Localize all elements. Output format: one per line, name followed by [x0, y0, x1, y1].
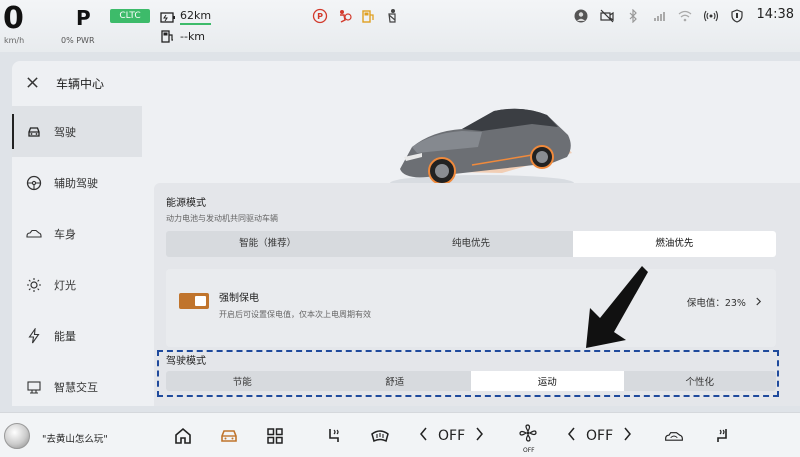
wifi-icon [678, 8, 692, 22]
forced-save-desc: 开启后可设置保电值，仅本次上电周期有效 [219, 310, 371, 319]
bottom-dock: "去黄山怎么玩" OFF OFF OFF [0, 412, 800, 457]
pointer-arrow [570, 262, 660, 354]
fuel-range-value: --km [180, 29, 206, 43]
chevron-right-icon[interactable] [475, 427, 484, 445]
seat-heat-left-button[interactable] [324, 425, 344, 447]
fuel-warning-icon [360, 8, 376, 24]
hotspot-icon [703, 8, 719, 22]
steering-wheel-icon [26, 175, 42, 190]
battery-icon [160, 10, 176, 24]
camera-off-icon [600, 8, 614, 23]
lightning-icon [28, 327, 40, 343]
energy-mode-desc: 动力电池与发动机共同驱动车辆 [166, 214, 278, 223]
interaction-icon [27, 380, 41, 394]
seat-heat-right-button[interactable] [712, 425, 732, 447]
voice-assistant-button[interactable] [4, 423, 30, 449]
sidebar-item-label: 车身 [54, 227, 76, 241]
left-temp-control: OFF [420, 427, 484, 445]
forced-save-value-text: 保电值：23% [686, 298, 746, 309]
energy-mode-title: 能源模式 [166, 198, 206, 209]
sidebar-item-energy[interactable]: 能量 [12, 310, 142, 361]
chevron-right-icon [755, 297, 762, 309]
close-button[interactable] [26, 73, 42, 94]
sidebar-item-label: 智慧交互 [54, 380, 98, 394]
panel-header: 车辆中心 [26, 73, 104, 94]
sidebar-item-label: 辅助驾驶 [54, 176, 98, 190]
car-icon [221, 430, 237, 442]
seatbelt-warning-icon [384, 8, 400, 24]
apps-grid-icon [267, 428, 283, 444]
right-temp-value: OFF [586, 428, 614, 444]
fuel-range: --km [160, 29, 205, 43]
airbag-warning-icon [336, 8, 352, 24]
battery-range-value: 62km [180, 9, 212, 25]
home-button[interactable] [173, 425, 193, 447]
sidebar-item-drive[interactable]: 驾驶 [12, 106, 142, 157]
forced-save-value[interactable]: 保电值：23% [687, 295, 762, 309]
vehicle-image [382, 91, 582, 196]
sidebar: 驾驶 辅助驾驶 车身 灯光 能量 智慧交互 [12, 106, 142, 406]
panel-title: 车辆中心 [56, 77, 105, 91]
clock: 14:38 [756, 7, 794, 22]
fan-status: OFF [523, 447, 535, 454]
battery-range: 62km [160, 9, 212, 25]
gear-indicator: P [76, 6, 91, 30]
energy-mode-ev-priority[interactable]: 纯电优先 [369, 231, 572, 257]
energy-mode-fuel-priority[interactable]: 燃油优先 [572, 231, 776, 257]
close-icon [27, 77, 38, 88]
sidebar-item-label: 灯光 [54, 278, 76, 292]
assistant-hint[interactable]: "去黄山怎么玩" [42, 431, 108, 445]
forced-save-card: 强制保电 开启后可设置保电值，仅本次上电周期有效 保电值：23% [166, 269, 776, 347]
apps-button[interactable] [265, 425, 285, 447]
bluetooth-icon [626, 8, 640, 24]
car-body-icon [26, 229, 42, 238]
user-avatar-icon[interactable] [574, 8, 588, 23]
windshield-defrost-icon [371, 430, 389, 443]
sidebar-item-label: 能量 [54, 329, 76, 343]
chevron-right-icon[interactable] [623, 427, 632, 445]
home-icon [175, 427, 191, 444]
right-temp-control: OFF [568, 427, 632, 445]
light-icon [27, 277, 41, 292]
system-icons [574, 8, 744, 24]
forced-save-toggle[interactable] [179, 293, 209, 309]
recirculation-button[interactable] [664, 425, 684, 447]
car-recirculation-icon [665, 432, 683, 441]
sidebar-item-assisted-driving[interactable]: 辅助驾驶 [12, 157, 142, 208]
left-temp-value: OFF [438, 428, 466, 444]
defrost-button[interactable] [370, 425, 390, 447]
vehicle-button[interactable] [219, 425, 239, 447]
highlight-box [157, 350, 779, 397]
speed-value: 0 [3, 1, 24, 36]
speed-unit: km/h [4, 36, 25, 45]
svg-text:P: P [317, 12, 323, 21]
seat-heat-icon [329, 429, 339, 442]
energy-mode-selector: 智能（推荐） 纯电优先 燃油优先 [166, 231, 776, 257]
sidebar-item-body[interactable]: 车身 [12, 208, 142, 259]
signal-icon [652, 8, 666, 22]
power-percent: 0% PWR [61, 36, 95, 45]
parking-brake-warning-icon: P [312, 8, 328, 24]
fuel-pump-icon [160, 29, 176, 43]
chevron-left-icon[interactable] [568, 427, 576, 445]
energy-mode-smart[interactable]: 智能（推荐） [166, 231, 369, 257]
warning-icons: P [312, 8, 400, 24]
sidebar-item-smart-interaction[interactable]: 智慧交互 [12, 361, 142, 406]
security-shield-icon [730, 8, 744, 23]
sidebar-item-label: 驾驶 [54, 125, 76, 139]
seat-heat-icon [717, 429, 727, 442]
sidebar-item-lights[interactable]: 灯光 [12, 259, 142, 310]
cltc-badge: CLTC [110, 9, 150, 23]
status-bar: 0 km/h P 0% PWR CLTC 62km --km P 14:38 [0, 0, 800, 52]
car-front-icon [28, 126, 40, 137]
fan-button[interactable] [518, 422, 538, 444]
chevron-left-icon[interactable] [420, 427, 428, 445]
fan-icon [519, 424, 537, 442]
forced-save-label: 强制保电 [219, 293, 259, 304]
